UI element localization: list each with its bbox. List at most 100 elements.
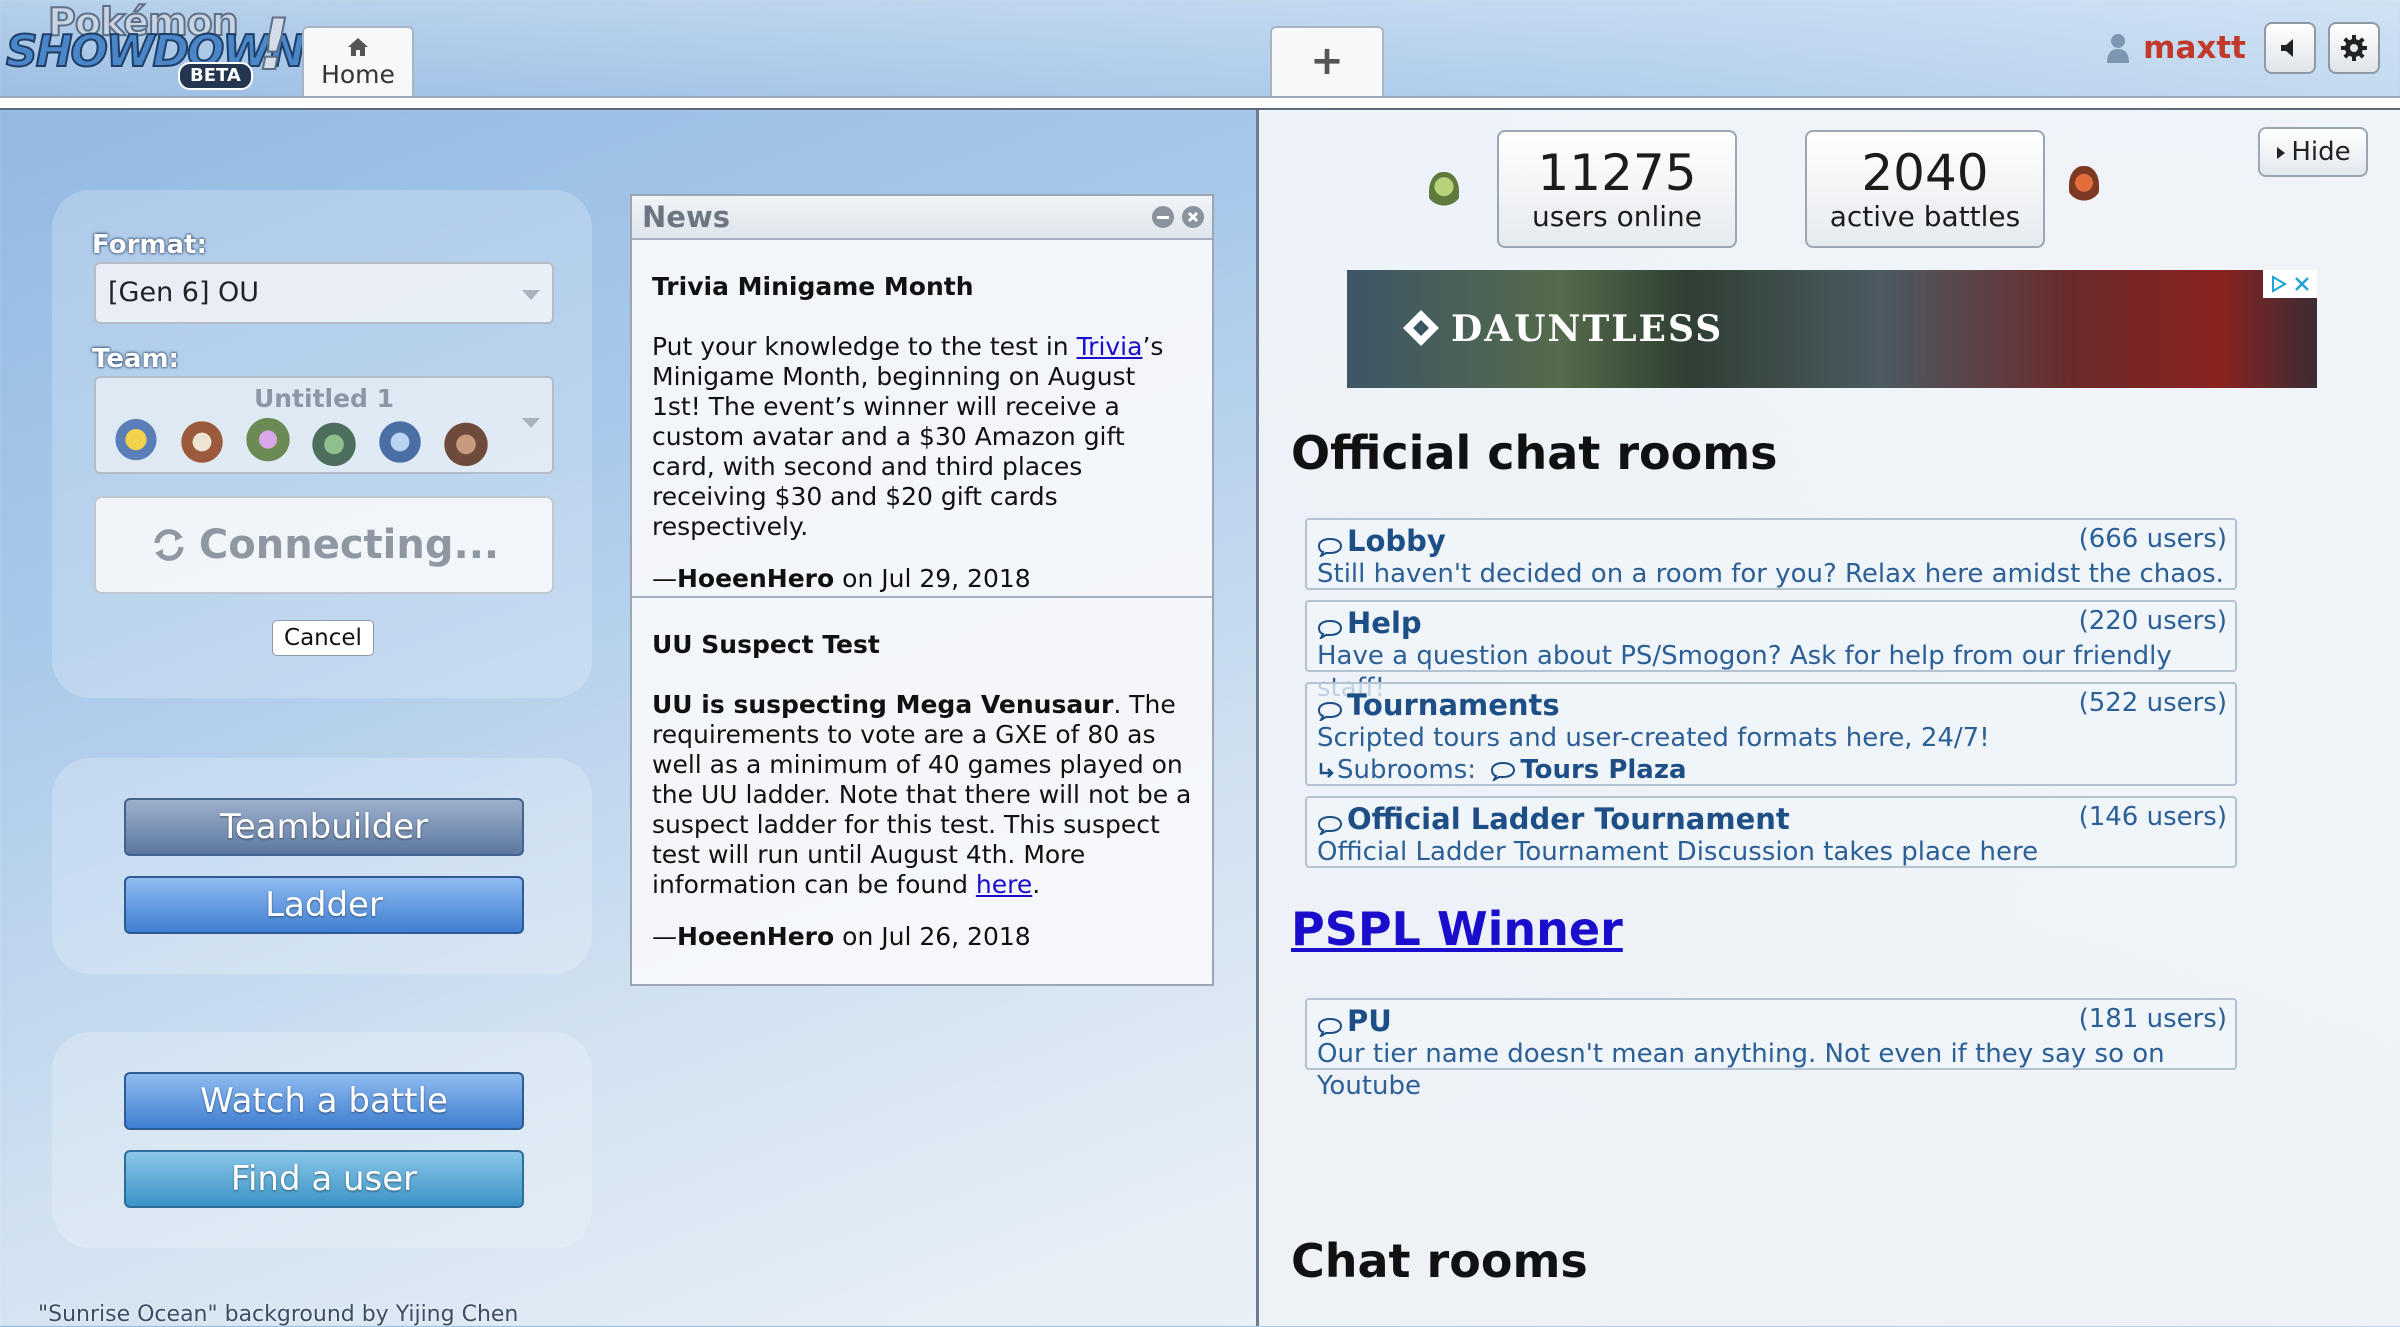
pokemon-icon — [242, 418, 294, 466]
official-rooms-heading: Official chat rooms — [1291, 426, 1778, 480]
background-credit: "Sunrise Ocean" background by Yijing Che… — [38, 1302, 519, 1327]
close-icon[interactable] — [2291, 273, 2313, 295]
team-pokemon-icons — [110, 418, 492, 466]
header-tab-strip — [0, 96, 2400, 110]
ad-banner[interactable]: DAUNTLESS — [1347, 270, 2317, 388]
users-online-count: 11275 — [1537, 144, 1697, 202]
room-description: Scripted tours and user-created formats … — [1317, 723, 1990, 753]
news-headline: UU Suspect Test — [652, 630, 880, 659]
active-battles-stat[interactable]: 2040 active battles — [1805, 130, 2045, 248]
news-item: UU Suspect Test UU is suspecting Mega Ve… — [652, 630, 1192, 952]
chevron-down-icon — [522, 290, 540, 300]
room-user-count: (666 users) — [2078, 524, 2227, 554]
here-link[interactable]: here — [976, 870, 1032, 899]
pokemon-icon — [110, 418, 162, 466]
chat-bubble-icon — [1317, 1017, 1343, 1037]
room-help[interactable]: Help (220 users) Have a question about P… — [1305, 600, 2237, 703]
find-user-button[interactable]: Find a user — [124, 1150, 524, 1208]
pspl-winner-heading[interactable]: PSPL Winner — [1291, 902, 1623, 956]
news-date: on Jul 26, 2018 — [842, 922, 1031, 951]
news-title-bar: News — [632, 196, 1212, 240]
chat-bubble-icon — [1317, 701, 1343, 721]
news-headline: Trivia Minigame Month — [652, 272, 974, 301]
team-label: Team: — [92, 344, 179, 374]
chat-bubble-icon — [1317, 815, 1343, 835]
room-name: Help — [1347, 606, 1422, 640]
users-online-stat[interactable]: 11275 users online — [1497, 130, 1737, 248]
news-byline: —HoeenHero on Jul 26, 2018 — [652, 922, 1031, 951]
rooms-panel: 11275 users online 2040 active battles H… — [1256, 110, 2400, 1326]
users-online-label: users online — [1532, 200, 1702, 233]
room-description: Still haven't decided on a room for you?… — [1317, 559, 2224, 589]
logo-beta-badge: BETA — [178, 62, 253, 90]
chat-bubble-icon — [1491, 761, 1516, 781]
ad-brand-text: DAUNTLESS — [1451, 308, 1724, 350]
caret-right-icon — [2277, 146, 2286, 159]
trainer-sprite — [2069, 166, 2099, 208]
room-lobby[interactable]: Lobby (666 users) Still haven't decided … — [1305, 518, 2237, 590]
hide-button[interactable]: Hide — [2258, 127, 2368, 177]
minimize-icon[interactable] — [1152, 206, 1174, 228]
format-value: [Gen 6] OU — [108, 277, 260, 308]
room-pu[interactable]: PU (181 users) Our tier name doesn't mea… — [1305, 998, 2237, 1101]
room-tournaments[interactable]: Tournaments (522 users) Scripted tours a… — [1305, 682, 2237, 786]
format-select[interactable]: [Gen 6] OU — [94, 262, 554, 324]
chat-bubble-icon — [1317, 537, 1343, 557]
news-divider — [632, 596, 1212, 598]
gear-icon — [2341, 35, 2367, 61]
chat-bubble-icon — [1317, 619, 1343, 639]
room-official-ladder-tournament[interactable]: Official Ladder Tournament (146 users) O… — [1305, 796, 2237, 868]
teambuilder-button[interactable]: Teambuilder — [124, 798, 524, 856]
news-panel: News Trivia Minigame Month Put your know… — [630, 194, 1214, 986]
refresh-icon — [154, 529, 184, 561]
adchoices-icon[interactable] — [2267, 273, 2289, 295]
news-title: News — [642, 200, 730, 234]
room-user-count: (181 users) — [2078, 1004, 2227, 1034]
news-body: Put your knowledge to the test in Trivia… — [652, 332, 1164, 541]
header-bar: Pokémon SHOWDOWN ! BETA Home + maxtt — [0, 0, 2400, 112]
team-name: Untitled 1 — [253, 384, 395, 413]
room-user-count: (220 users) — [2078, 606, 2227, 636]
chevron-down-icon — [522, 418, 540, 428]
plus-icon: + — [1310, 38, 1344, 84]
chat-rooms-heading: Chat rooms — [1291, 1234, 1588, 1288]
cancel-button[interactable]: Cancel — [272, 620, 374, 656]
room-description: Official Ladder Tournament Discussion ta… — [1317, 837, 2039, 867]
username[interactable]: maxtt — [2143, 30, 2246, 66]
pokemon-icon — [176, 418, 228, 466]
news-item: Trivia Minigame Month Put your knowledge… — [652, 272, 1192, 594]
subrooms-row: Subrooms: Tours Plaza — [1317, 754, 2227, 786]
social-panel — [52, 1032, 592, 1248]
logo-exclamation: ! — [257, 3, 291, 87]
connecting-button[interactable]: Connecting... — [94, 496, 554, 594]
ladder-button[interactable]: Ladder — [124, 876, 524, 934]
speaker-icon — [2281, 39, 2293, 57]
news-body: UU is suspecting Mega Venusaur. The requ… — [652, 690, 1192, 899]
trainer-sprite — [1429, 172, 1459, 214]
watch-battle-button[interactable]: Watch a battle — [124, 1072, 524, 1130]
showdown-logo[interactable]: Pokémon SHOWDOWN ! BETA — [5, 0, 307, 96]
room-name: Lobby — [1347, 524, 1446, 558]
news-byline: —HoeenHero on Jul 29, 2018 — [652, 564, 1031, 593]
home-icon — [348, 38, 368, 56]
room-name: PU — [1347, 1004, 1392, 1038]
room-user-count: (146 users) — [2078, 802, 2227, 832]
news-date: on Jul 29, 2018 — [842, 564, 1031, 593]
subroom-arrow-icon — [1319, 762, 1334, 778]
pokemon-icon — [440, 418, 492, 466]
subroom-tours-plaza[interactable]: Tours Plaza — [1520, 755, 1686, 785]
team-select[interactable]: Untitled 1 — [94, 376, 554, 474]
active-battles-count: 2040 — [1861, 144, 1989, 202]
tab-home[interactable]: Home — [302, 26, 414, 102]
settings-button[interactable] — [2328, 22, 2380, 74]
tab-new[interactable]: + — [1270, 26, 1384, 102]
sound-button[interactable] — [2264, 22, 2316, 74]
news-author[interactable]: HoeenHero — [677, 564, 834, 593]
room-user-count: (522 users) — [2078, 688, 2227, 718]
news-author[interactable]: HoeenHero — [677, 922, 834, 951]
user-icon — [2107, 34, 2130, 63]
tools-panel — [52, 758, 592, 974]
close-icon[interactable] — [1182, 206, 1204, 228]
trivia-link[interactable]: Trivia — [1077, 332, 1143, 361]
format-label: Format: — [92, 230, 207, 260]
